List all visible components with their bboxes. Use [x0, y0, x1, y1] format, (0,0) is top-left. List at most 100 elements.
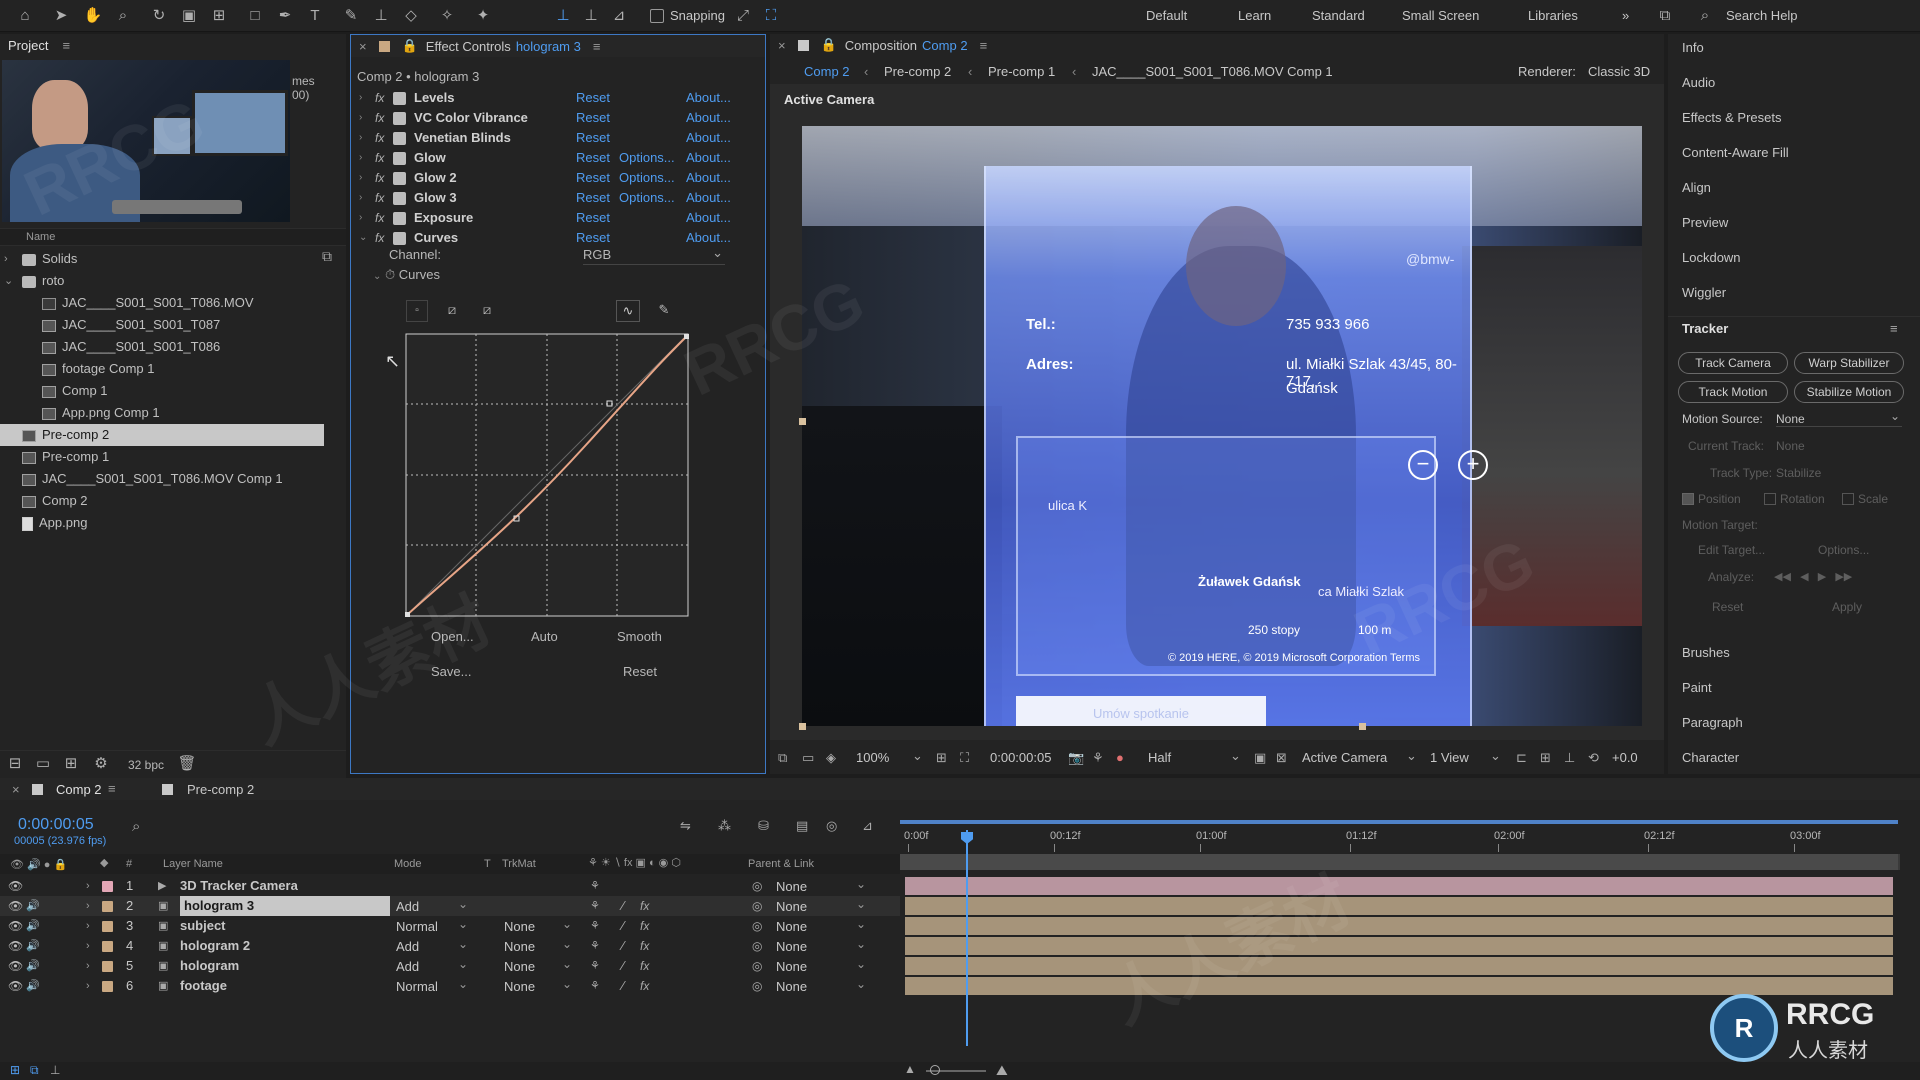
- bezier-curve-icon[interactable]: ∿: [616, 300, 640, 322]
- rotate-tool-icon[interactable]: ↻: [148, 5, 170, 27]
- curves-reset-button[interactable]: Reset: [623, 664, 657, 679]
- hand-tool-icon[interactable]: ✋: [82, 5, 104, 27]
- bit-depth-button[interactable]: 32 bpc: [128, 758, 164, 772]
- layer-duration-bar[interactable]: [905, 897, 1893, 915]
- curve-point-black[interactable]: [405, 612, 410, 617]
- effect-enable-checkbox[interactable]: [393, 152, 406, 165]
- zoom-out-icon[interactable]: ▲: [904, 1062, 916, 1076]
- clone-stamp-tool-icon[interactable]: ⊥: [370, 5, 392, 27]
- effect-reset-link[interactable]: Reset: [576, 168, 610, 188]
- twirl-open-icon[interactable]: ⌄: [359, 228, 367, 248]
- show-snapshot-icon[interactable]: ⚘: [1092, 750, 1104, 766]
- tracker-apply-button[interactable]: Apply: [1832, 600, 1862, 614]
- breadcrumb-item[interactable]: Pre-comp 2: [884, 64, 951, 79]
- transparency-grid-icon[interactable]: ⊠: [1276, 750, 1287, 766]
- track-motion-button[interactable]: Track Motion: [1678, 381, 1788, 403]
- close-panel-icon[interactable]: ×: [778, 38, 786, 53]
- sync-settings-icon[interactable]: ⧉: [1654, 5, 1676, 27]
- time-ruler[interactable]: 0:00f 00:12f 01:00f 01:12f 02:00f 02:12f 03:00…: [900, 830, 1900, 852]
- project-settings-icon[interactable]: ⚙: [90, 753, 112, 775]
- panel-tab-item[interactable]: Effects & Presets: [1682, 110, 1781, 125]
- motion-source-dropdown[interactable]: None ⌄: [1776, 409, 1902, 427]
- pencil-curve-icon[interactable]: ✎: [653, 300, 675, 322]
- track-camera-button[interactable]: Track Camera: [1678, 352, 1788, 374]
- new-composition-icon[interactable]: ⊞: [60, 753, 82, 775]
- panel-tab-item[interactable]: Paragraph: [1682, 715, 1743, 730]
- eraser-tool-icon[interactable]: ◇: [400, 5, 422, 27]
- effect-row[interactable]: › fx Levels Reset About...: [351, 88, 765, 108]
- time-navigator[interactable]: [900, 854, 1900, 870]
- monitor-icon[interactable]: ▭: [802, 750, 814, 766]
- effect-reset-link[interactable]: Reset: [576, 148, 610, 168]
- panel-menu-icon[interactable]: ≡: [980, 38, 988, 53]
- effect-about-link[interactable]: About...: [686, 128, 731, 148]
- rectangle-tool-icon[interactable]: □: [244, 5, 266, 27]
- toggle-pixel-aspect-icon[interactable]: ⊏: [1516, 750, 1527, 766]
- effect-controls-layer-name[interactable]: hologram 3: [516, 39, 581, 54]
- layer-name-column-header[interactable]: Layer Name: [163, 858, 223, 870]
- roto-brush-tool-icon[interactable]: ✧: [436, 5, 458, 27]
- timeline-icon[interactable]: ⊞: [1540, 750, 1551, 766]
- selection-tool-icon[interactable]: ➤: [50, 5, 72, 27]
- puppet-pin-tool-icon[interactable]: ✦: [472, 5, 494, 27]
- timeline-tab-precomp2[interactable]: Pre-comp 2: [187, 782, 254, 797]
- t-column-header[interactable]: T: [484, 858, 491, 870]
- curves-smooth-button[interactable]: Smooth: [617, 629, 662, 644]
- panel-tab-item[interactable]: Brushes: [1682, 645, 1730, 660]
- region-of-interest-icon[interactable]: ⛶: [960, 750, 969, 766]
- reset-exposure-icon[interactable]: ⟲: [1588, 750, 1599, 766]
- close-panel-icon[interactable]: ×: [359, 39, 367, 54]
- effect-row[interactable]: › fx Glow Reset Options... About...: [351, 148, 765, 168]
- position-checkbox[interactable]: [1682, 493, 1694, 505]
- tracker-menu-icon[interactable]: ≡: [1890, 321, 1898, 336]
- twirl-closed-icon[interactable]: ›: [359, 188, 362, 208]
- project-item[interactable]: Pre-comp 1: [0, 446, 330, 468]
- breadcrumb-item[interactable]: JAC____S001_S001_T086.MOV Comp 1: [1092, 64, 1333, 79]
- effect-reset-link[interactable]: Reset: [576, 208, 610, 228]
- layer-duration-bar[interactable]: [905, 957, 1893, 975]
- warp-stabilizer-button[interactable]: Warp Stabilizer: [1794, 352, 1904, 374]
- panel-tab-item[interactable]: Wiggler: [1682, 285, 1726, 300]
- feather-icon[interactable]: ⛶: [760, 5, 782, 27]
- layer-handle[interactable]: [799, 418, 806, 425]
- twirl-closed-icon[interactable]: ›: [359, 208, 362, 228]
- panel-tab-item[interactable]: Preview: [1682, 215, 1728, 230]
- effect-controls-tab-label[interactable]: Effect Controls: [426, 39, 511, 54]
- world-axis-mode-icon[interactable]: ⊥: [580, 5, 602, 27]
- comp-viewport[interactable]: Active Camera Tel.: 735 933 966 Adres: u…: [770, 84, 1664, 740]
- trkmat-column-header[interactable]: TrkMat: [502, 858, 536, 870]
- name-column-header[interactable]: Name: [26, 231, 55, 243]
- analyze-buttons[interactable]: ◀◀ ◀ ▶ ▶▶: [1774, 570, 1852, 583]
- stopwatch-icon[interactable]: ⏱: [385, 267, 395, 282]
- twirl-closed-icon[interactable]: ›: [359, 88, 362, 108]
- effect-about-link[interactable]: About...: [686, 148, 731, 168]
- workspace-item[interactable]: Libraries: [1528, 8, 1578, 23]
- effect-enable-checkbox[interactable]: [393, 192, 406, 205]
- fast-previews-icon[interactable]: ▣: [1254, 750, 1266, 766]
- curve-size-small-icon[interactable]: ▫: [406, 300, 428, 322]
- workspace-item[interactable]: Small Screen: [1402, 8, 1479, 23]
- frame-blending-icon[interactable]: ▤: [796, 818, 808, 834]
- tracker-panel-title[interactable]: Tracker: [1682, 321, 1728, 336]
- effect-reset-link[interactable]: Reset: [576, 228, 610, 248]
- fx-icon[interactable]: fx: [375, 168, 384, 188]
- lock-icon[interactable]: 🔒: [402, 38, 418, 54]
- current-time-indicator[interactable]: [966, 830, 968, 1046]
- local-axis-mode-icon[interactable]: ⊥: [552, 5, 574, 27]
- edit-target-button[interactable]: Edit Target...: [1698, 543, 1765, 557]
- interpret-footage-icon[interactable]: ⊟: [4, 753, 26, 775]
- effect-enable-checkbox[interactable]: [393, 212, 406, 225]
- new-folder-icon[interactable]: ▭: [32, 753, 54, 775]
- renderer-value[interactable]: Classic 3D: [1588, 64, 1650, 79]
- zoom-slider-thumb[interactable]: [930, 1065, 940, 1075]
- camera-tool-icon[interactable]: ▣: [178, 5, 200, 27]
- channel-dropdown[interactable]: RGB ⌄: [583, 245, 725, 265]
- project-item[interactable]: JAC____S001_S001_T086.MOV Comp 1: [0, 468, 330, 490]
- effect-enable-checkbox[interactable]: [393, 92, 406, 105]
- search-help-input[interactable]: Search Help: [1726, 8, 1798, 23]
- always-preview-icon[interactable]: ⧉: [778, 750, 787, 766]
- panel-tab-item[interactable]: Align: [1682, 180, 1711, 195]
- composition-tab-name[interactable]: Comp 2: [922, 38, 968, 53]
- project-tab[interactable]: Project: [8, 38, 48, 53]
- snapshot-icon[interactable]: 📷: [1068, 750, 1084, 766]
